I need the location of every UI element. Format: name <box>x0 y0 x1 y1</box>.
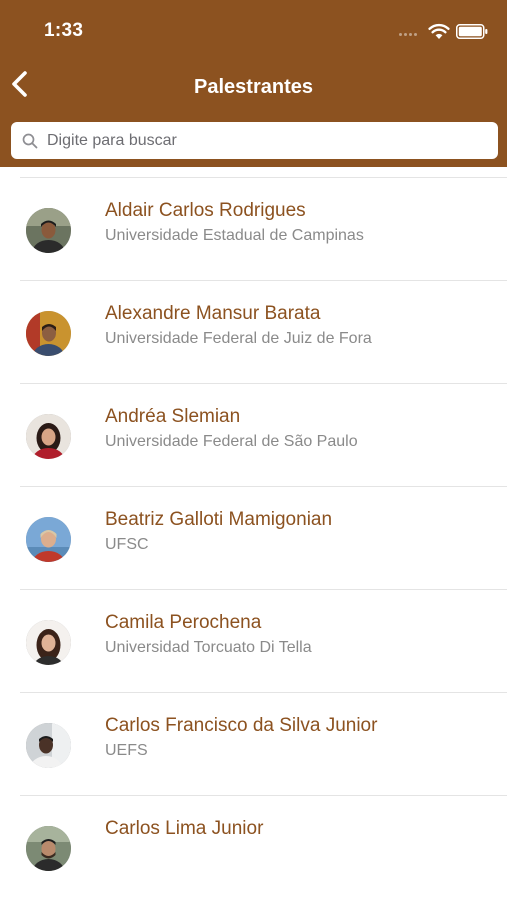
list-item[interactable]: Carlos Lima Junior <box>0 796 507 899</box>
avatar <box>26 517 71 562</box>
wifi-icon <box>428 23 450 39</box>
page-title: Palestrantes <box>194 76 313 98</box>
speaker-affiliation: Universidade Estadual de Campinas <box>105 227 364 244</box>
speaker-name: Beatriz Galloti Mamigonian <box>105 509 333 530</box>
speaker-affiliation: UEFS <box>105 742 148 759</box>
cellular-signal-icon <box>399 33 421 37</box>
search-icon <box>22 133 38 149</box>
speaker-affiliation: Universidade Federal de São Paulo <box>105 433 358 450</box>
speaker-affiliation: Universidade Federal de Juiz de Fora <box>105 330 372 347</box>
speaker-name: Camila Perochena <box>105 612 262 633</box>
status-time: 1:33 <box>44 20 84 41</box>
search-bar[interactable] <box>11 122 498 159</box>
list-item[interactable]: Andréa Slemian Universidade Federal de S… <box>0 384 507 487</box>
speaker-list: Aldair Carlos Rodrigues Universidade Est… <box>0 167 507 900</box>
avatar <box>26 208 71 253</box>
list-item[interactable]: Aldair Carlos Rodrigues Universidade Est… <box>0 178 507 281</box>
avatar <box>26 826 71 871</box>
speaker-name: Alexandre Mansur Barata <box>105 303 321 324</box>
speaker-name: Andréa Slemian <box>105 406 241 427</box>
speaker-name: Carlos Francisco da Silva Junior <box>105 715 378 736</box>
speaker-name: Aldair Carlos Rodrigues <box>105 200 306 221</box>
avatar <box>26 414 71 459</box>
navigation-bar: Palestrantes <box>0 62 507 112</box>
speaker-affiliation: UFSC <box>105 536 149 553</box>
list-item[interactable]: Alexandre Mansur Barata Universidade Fed… <box>0 281 507 384</box>
list-item[interactable]: Beatriz Galloti Mamigonian UFSC <box>0 487 507 590</box>
list-item[interactable]: Carlos Francisco da Silva Junior UEFS <box>0 693 507 796</box>
speaker-affiliation: Universidad Torcuato Di Tella <box>105 639 312 656</box>
status-bar: 1:33 <box>0 0 507 62</box>
avatar <box>26 620 71 665</box>
avatar <box>26 311 71 356</box>
avatar <box>26 723 71 768</box>
speaker-name: Carlos Lima Junior <box>105 818 264 839</box>
header: 1:33 Palestrantes <box>0 0 507 167</box>
list-item[interactable]: Camila Perochena Universidad Torcuato Di… <box>0 590 507 693</box>
search-input[interactable] <box>47 122 487 159</box>
battery-icon <box>456 24 488 39</box>
